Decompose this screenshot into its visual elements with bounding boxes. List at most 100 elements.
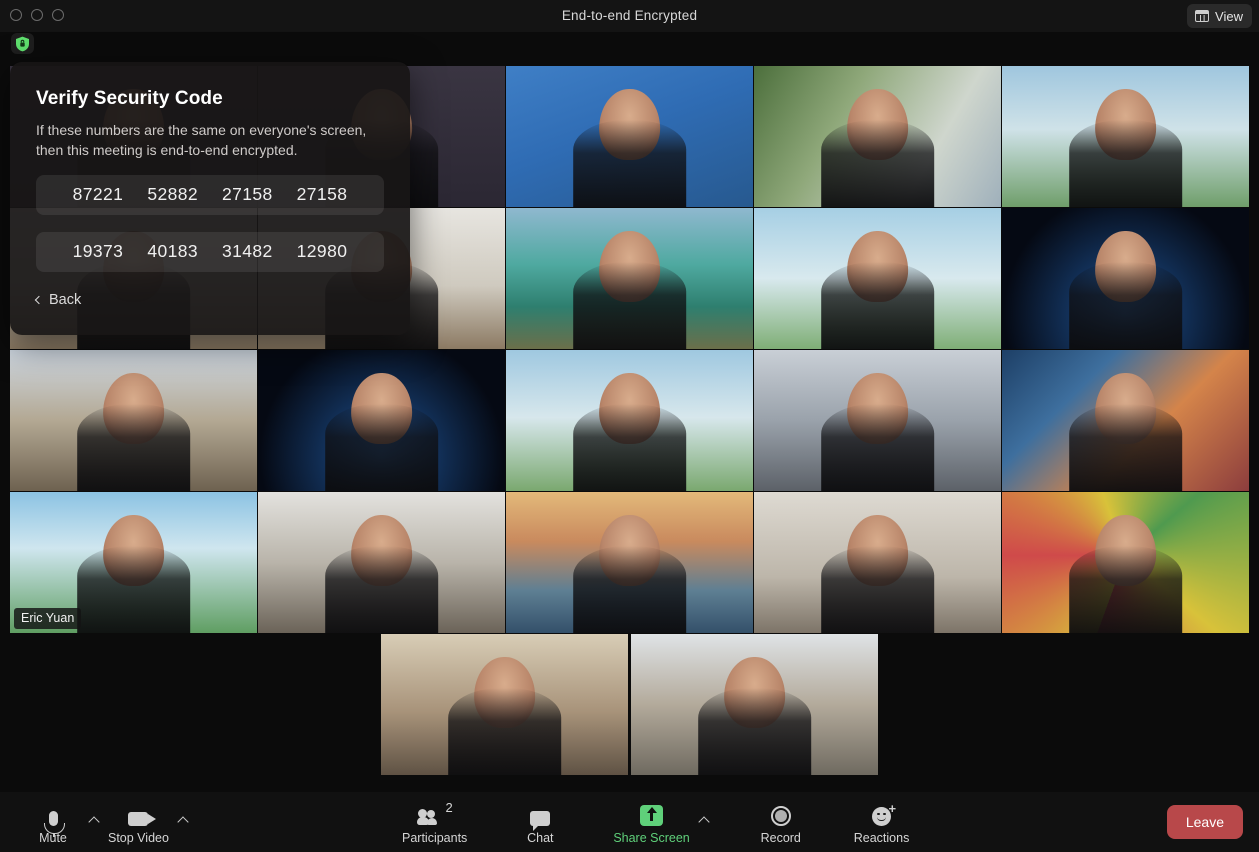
- video-tile[interactable]: [754, 492, 1001, 633]
- video-tile-active-speaker[interactable]: Eric Yuan: [10, 492, 257, 633]
- video-tile[interactable]: [506, 66, 753, 207]
- popup-description: If these numbers are the same on everyon…: [36, 122, 367, 158]
- video-tile[interactable]: [754, 208, 1001, 349]
- security-code-segment: 27158: [296, 184, 348, 205]
- camera-icon: [128, 800, 157, 826]
- video-stream: [10, 350, 257, 491]
- security-code-segment: 27158: [222, 184, 273, 205]
- zoom-meeting-window: End-to-end Encrypted View Eric Yuan Veri…: [0, 0, 1259, 852]
- video-stream: [754, 66, 1001, 207]
- meeting-toolbar: Mute Stop Video 2 Participants Chat Shar…: [0, 792, 1259, 852]
- participant-silhouette: [1068, 261, 1183, 349]
- security-code-segment: 19373: [72, 241, 124, 262]
- video-tile[interactable]: [754, 66, 1001, 207]
- video-tile[interactable]: [506, 208, 753, 349]
- smiley-plus-icon: +: [872, 800, 896, 826]
- record-button[interactable]: Record: [754, 795, 808, 849]
- microphone-icon: [43, 800, 65, 837]
- record-label: Record: [760, 830, 801, 845]
- people-icon: 2: [416, 799, 453, 826]
- participant-silhouette: [820, 119, 935, 207]
- reactions-label: Reactions: [853, 830, 910, 845]
- participant-silhouette: [697, 687, 812, 775]
- participant-silhouette: [324, 545, 439, 633]
- video-stream: [1002, 350, 1249, 491]
- view-button[interactable]: View: [1187, 4, 1252, 28]
- video-stream: [506, 208, 753, 349]
- participant-silhouette: [820, 403, 935, 491]
- popup-title: Verify Security Code: [36, 88, 223, 109]
- mute-button[interactable]: Mute: [26, 795, 80, 849]
- video-stream: [631, 634, 878, 775]
- video-stream: [1002, 492, 1249, 633]
- security-code-segment: 40183: [147, 241, 198, 262]
- share-screen-button[interactable]: Share Screen: [613, 795, 690, 849]
- leave-button[interactable]: Leave: [1166, 805, 1243, 839]
- video-tile[interactable]: [1002, 492, 1249, 633]
- security-code-segment: 12980: [296, 241, 348, 262]
- video-tile[interactable]: [1002, 208, 1249, 349]
- stop-video-label: Stop Video: [108, 830, 169, 845]
- security-code-row-2: 19373 40183 31482 12980: [36, 231, 384, 272]
- grid-view-icon: [1195, 10, 1210, 22]
- back-button[interactable]: Back: [34, 292, 81, 308]
- video-tile[interactable]: [258, 350, 505, 491]
- share-group: Share Screen: [613, 795, 710, 849]
- participants-label: Participants: [402, 830, 468, 845]
- video-stream: [754, 492, 1001, 633]
- toolbar-center-group: 2 Participants Chat Share Screen Record …: [402, 795, 909, 849]
- view-button-label: View: [1215, 8, 1243, 24]
- video-options-caret[interactable]: [177, 816, 189, 828]
- video-tile[interactable]: [381, 634, 628, 775]
- video-tile[interactable]: [10, 350, 257, 491]
- security-code-segment: 31482: [222, 241, 273, 262]
- video-tile[interactable]: [258, 492, 505, 633]
- reactions-button[interactable]: + Reactions: [854, 795, 910, 849]
- encryption-shield-badge[interactable]: [11, 33, 34, 54]
- toolbar-left-group: Mute Stop Video: [26, 795, 189, 849]
- participant-silhouette: [572, 261, 687, 349]
- security-code-segment: 52882: [147, 184, 198, 205]
- video-stream: [506, 66, 753, 207]
- video-stream: [506, 492, 753, 633]
- chat-button[interactable]: Chat: [513, 795, 567, 849]
- video-group: Stop Video: [108, 795, 189, 849]
- record-circle-icon: [770, 800, 791, 826]
- video-stream: [258, 350, 505, 491]
- participants-count: 2: [445, 799, 453, 815]
- audio-options-caret[interactable]: [88, 816, 100, 828]
- video-stream: [381, 634, 628, 775]
- participant-name-badge: Eric Yuan: [14, 608, 82, 629]
- participant-silhouette: [76, 403, 191, 491]
- participants-button[interactable]: 2 Participants: [402, 795, 467, 849]
- share-options-caret[interactable]: [698, 816, 710, 828]
- chat-label: Chat: [527, 830, 554, 845]
- participant-silhouette: [1068, 545, 1183, 633]
- security-code-segment: 87221: [72, 184, 124, 205]
- participant-silhouette: [572, 119, 687, 207]
- video-stream: [1002, 208, 1249, 349]
- stop-video-button[interactable]: Stop Video: [108, 795, 169, 849]
- participant-silhouette: [820, 545, 935, 633]
- window-title: End-to-end Encrypted: [561, 8, 698, 23]
- share-screen-label: Share Screen: [613, 830, 690, 845]
- title-bar: End-to-end Encrypted View: [0, 0, 1259, 32]
- video-tile[interactable]: [506, 350, 753, 491]
- video-tile[interactable]: [506, 492, 753, 633]
- green-shield-lock-icon: [16, 36, 29, 51]
- verify-security-code-popup: Verify Security Code If these numbers ar…: [10, 62, 410, 335]
- video-stream: [1002, 66, 1249, 207]
- chat-bubble-icon: [530, 800, 551, 831]
- video-stream: [506, 350, 753, 491]
- video-tile[interactable]: [1002, 66, 1249, 207]
- video-tile[interactable]: [631, 634, 878, 775]
- participant-silhouette: [1068, 403, 1183, 491]
- participant-silhouette: [572, 403, 687, 491]
- video-tile[interactable]: [754, 350, 1001, 491]
- video-stream: [754, 208, 1001, 349]
- participant-silhouette: [820, 261, 935, 349]
- chevron-left-icon: [34, 295, 44, 304]
- participant-silhouette: [447, 687, 562, 775]
- mute-group: Mute: [26, 795, 100, 849]
- video-tile[interactable]: [1002, 350, 1249, 491]
